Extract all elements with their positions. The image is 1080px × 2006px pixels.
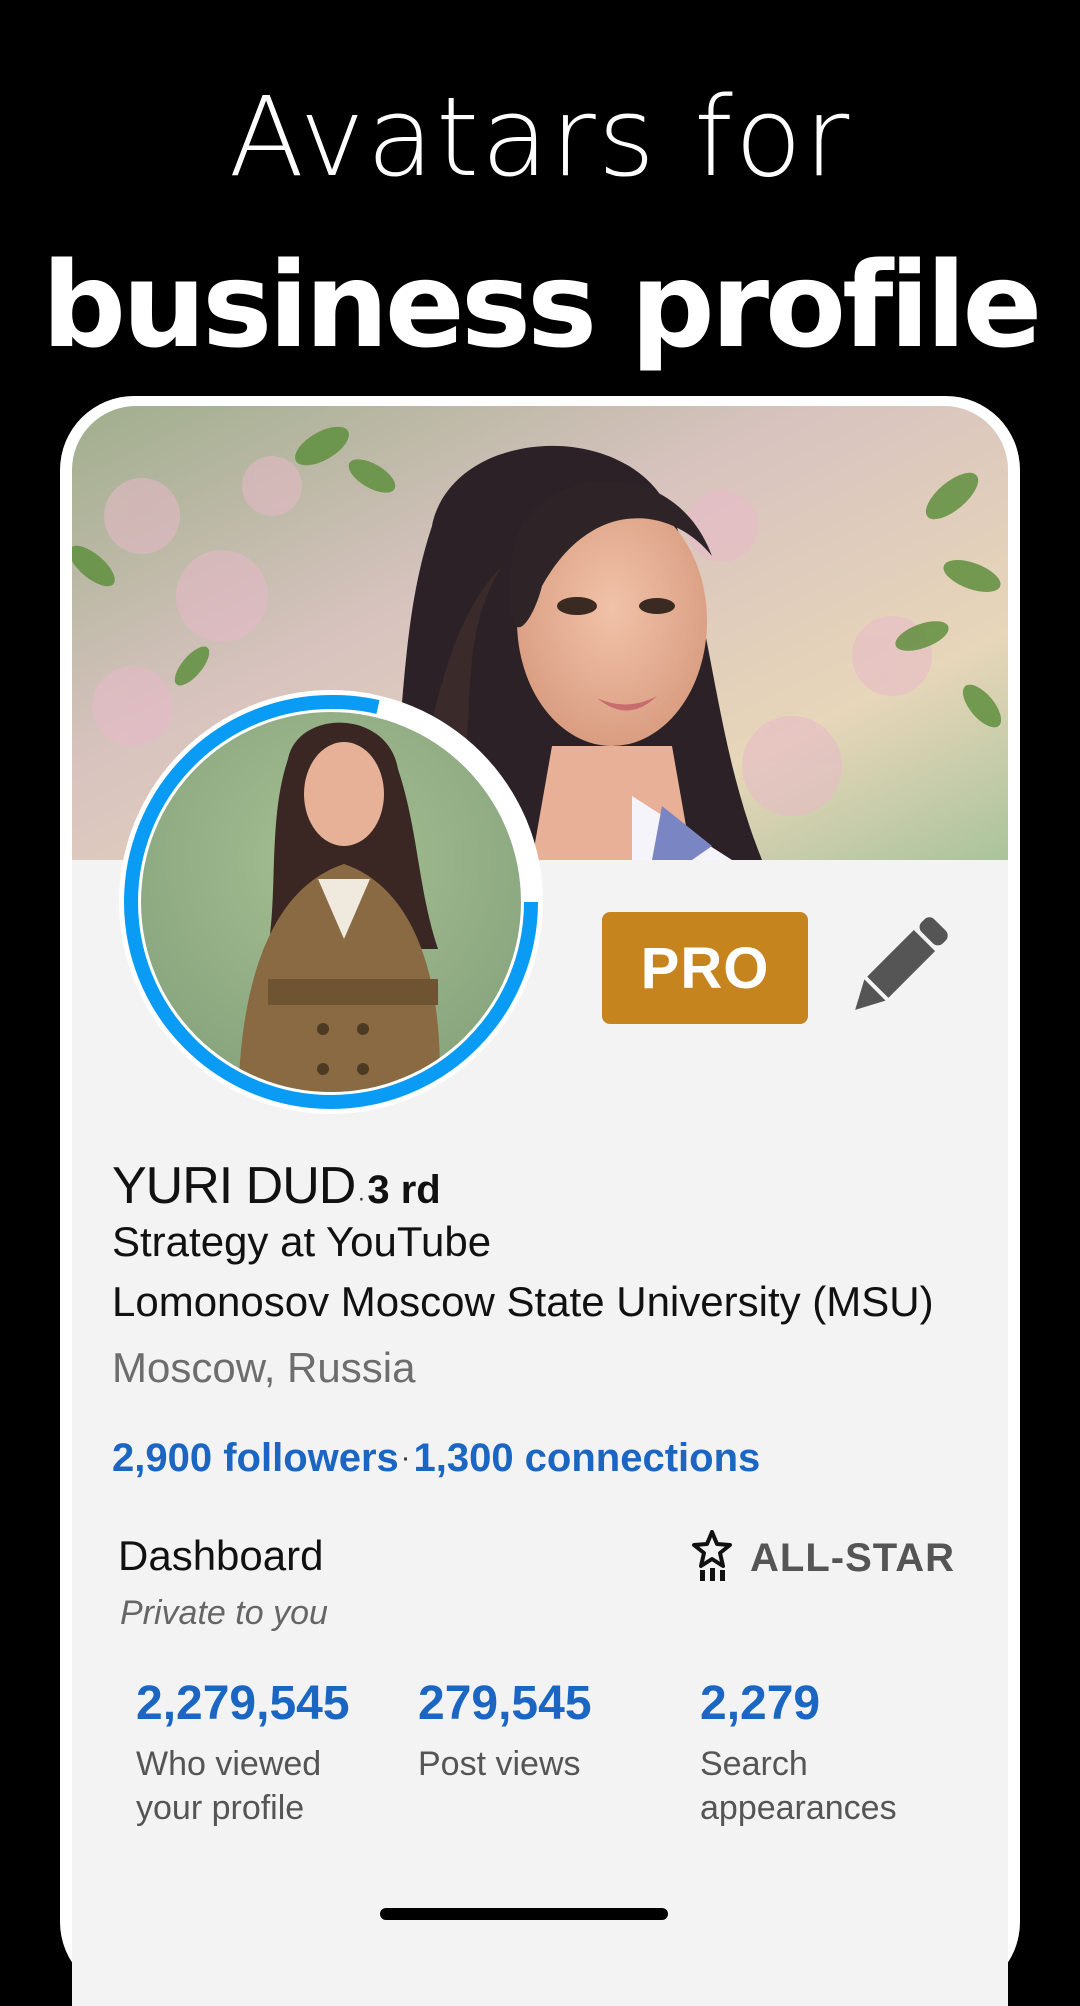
network-separator: ·: [402, 1448, 410, 1471]
profile-name: YURI DUD: [112, 1157, 356, 1215]
connection-degree: 3 rd: [367, 1168, 441, 1212]
network-summary: 2,900 followers · 1,300 connections: [112, 1436, 760, 1481]
all-star-label: ALL-STAR: [750, 1536, 955, 1580]
pencil-icon[interactable]: [844, 906, 954, 1026]
dashboard-subtitle: Private to you: [120, 1594, 328, 1632]
stat-post-views[interactable]: 279,545 Post views: [418, 1676, 658, 1786]
profile-avatar[interactable]: [118, 689, 544, 1115]
profile-location: Moscow, Russia: [112, 1344, 416, 1391]
all-star-badge[interactable]: ALL-STAR: [692, 1530, 955, 1587]
stat-label: Who viewed your profile: [136, 1745, 322, 1827]
stat-value: 2,279,545: [136, 1677, 350, 1730]
stat-value: 279,545: [418, 1677, 592, 1730]
profile-education: Lomonosov Moscow State University (MSU): [112, 1278, 934, 1325]
profile-screen: PRO YURI DUD·3 rd Strategy at YouTube Lo…: [72, 406, 1008, 2006]
pro-badge[interactable]: PRO: [602, 912, 808, 1024]
connections-link[interactable]: 1,300 connections: [413, 1436, 760, 1480]
all-star-icon: [692, 1530, 732, 1587]
dashboard-title: Dashboard: [118, 1532, 324, 1579]
profile-name-row: YURI DUD·3 rd: [112, 1156, 441, 1216]
profile-headline: Strategy at YouTube: [112, 1218, 492, 1265]
stat-profile-viewers[interactable]: 2,279,545 Who viewed your profile: [136, 1676, 396, 1830]
promo-title-line-2: business profile: [41, 236, 1043, 374]
stat-label: Search appearances: [700, 1745, 897, 1827]
stat-search-appearances[interactable]: 2,279 Search appearances: [700, 1676, 940, 1830]
promo-title-line-1: Avatars for: [228, 73, 852, 201]
home-indicator: [380, 1908, 668, 1920]
followers-link[interactable]: 2,900 followers: [112, 1436, 399, 1480]
degree-separator: ·: [357, 1184, 366, 1212]
stat-label: Post views: [418, 1745, 581, 1783]
stat-value: 2,279: [700, 1677, 821, 1730]
